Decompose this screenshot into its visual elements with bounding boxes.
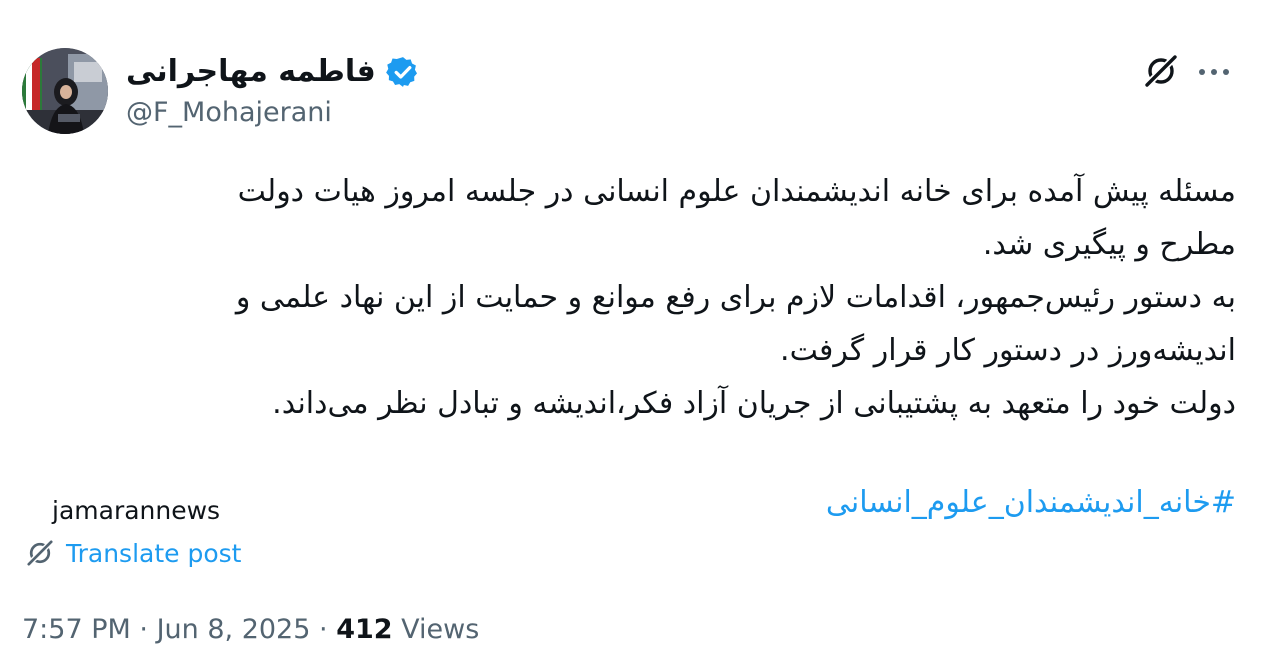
author-handle[interactable]: @F_Mohajerani <box>126 93 332 133</box>
tweet-line: مسئله پیش آمده برای خانه اندیشمندان علوم… <box>237 174 1236 209</box>
tweet-card: فاطمه مهاجرانی @F_Mohajerani مسئله پیش آ… <box>0 0 1280 654</box>
more-options-icon[interactable] <box>1194 52 1234 92</box>
verified-badge-icon <box>385 57 417 87</box>
tweet-text: مسئله پیش آمده برای خانه اندیشمندان علوم… <box>56 165 1236 430</box>
tweet-line: اندیشه‌ورز در دستور کار قرار گرفت. <box>780 333 1236 368</box>
views-label: Views <box>401 614 480 645</box>
tweet-line: به دستور رئیس‌جمهور، اقدامات لازم برای ر… <box>235 280 1236 315</box>
grok-glyph <box>1143 53 1179 89</box>
translate-icon <box>26 539 54 567</box>
tweet-date[interactable]: Jun 8, 2025 <box>157 614 311 645</box>
translate-post-label[interactable]: Translate post <box>66 539 241 568</box>
meta-separator: · <box>319 614 328 645</box>
tweet-time[interactable]: 7:57 PM <box>22 614 131 645</box>
grok-icon[interactable] <box>1139 49 1183 93</box>
avatar[interactable] <box>22 48 108 134</box>
display-name[interactable]: فاطمه مهاجرانی <box>126 50 376 94</box>
tweet-line: دولت خود را متعهد به پشتیبانی از جریان آ… <box>272 386 1236 421</box>
tweet-line: مطرح و پیگیری شد. <box>982 227 1236 262</box>
translate-post-button[interactable]: Translate post <box>24 533 241 573</box>
views-count: 412 <box>336 614 393 645</box>
avatar-photo <box>22 48 108 134</box>
tweet-meta: 7:57 PM · Jun 8, 2025 · 412 Views <box>22 610 479 650</box>
source-label: jamarannews <box>52 496 221 525</box>
ellipsis-glyph <box>1199 69 1229 75</box>
hashtag-link[interactable]: #خانه_اندیشمندان_علوم_انسانی <box>826 476 1236 529</box>
author-name-row[interactable]: فاطمه مهاجرانی <box>126 50 420 94</box>
meta-separator: · <box>139 614 148 645</box>
